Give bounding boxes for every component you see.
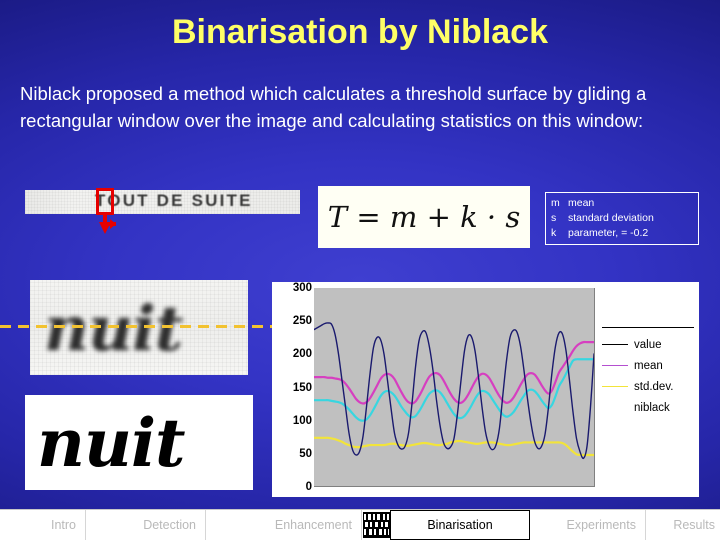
slide-canvas: Binarisation by Niblack Niblack proposed… — [0, 0, 720, 540]
nav-label: Experiments — [566, 518, 636, 532]
symbol-row: m mean — [551, 196, 698, 211]
nav-label: Results — [673, 518, 715, 532]
nav-item-results[interactable]: Results — [646, 510, 720, 540]
chart-y-tick: 100 — [292, 414, 312, 427]
legend-top-rule — [602, 327, 694, 328]
page-title: Binarisation by Niblack — [172, 13, 548, 51]
formula-box: T = m + k · s — [318, 186, 530, 248]
legend-label: std.dev. — [634, 380, 674, 393]
symbol-meaning: standard deviation — [568, 212, 654, 224]
symbol-definition-box: m mean s standard deviation k parameter,… — [545, 192, 699, 245]
niblack-chart: 300 250 200 150 100 50 0 value mean std.dev. n… — [272, 282, 699, 497]
legend-label: value — [634, 338, 662, 351]
bottom-navigation[interactable]: Intro Detection Enhancement Binarisation… — [0, 509, 720, 540]
binarised-nuit-word: nuit — [37, 404, 186, 482]
chart-plot-area — [314, 288, 595, 487]
red-arrow-icon — [99, 212, 116, 234]
nav-label: Intro — [50, 518, 76, 532]
chart-series-svg — [314, 288, 594, 486]
legend-item: std.dev. — [602, 376, 698, 397]
nav-item-enhancement[interactable]: Enhancement — [206, 510, 362, 540]
legend-item: niblack — [602, 397, 698, 418]
symbol-row: s standard deviation — [551, 211, 698, 226]
symbol-name: m — [551, 197, 560, 209]
nav-item-experiments[interactable]: Experiments — [530, 510, 646, 540]
legend-swatch-mean — [602, 365, 628, 366]
chart-legend: value mean std.dev. niblack — [602, 327, 698, 418]
legend-label: niblack — [634, 401, 670, 414]
legend-item: value — [602, 334, 698, 355]
body-paragraph: Niblack proposed a method which calculat… — [20, 83, 647, 131]
nav-label: Detection — [143, 518, 196, 532]
nav-item-binarisation[interactable]: Binarisation — [363, 510, 530, 540]
chart-y-tick: 0 — [305, 481, 312, 493]
chart-y-tick: 150 — [292, 381, 312, 394]
legend-label: mean — [634, 359, 663, 372]
chart-y-tick: 250 — [292, 315, 312, 328]
nav-item-intro[interactable]: Intro — [0, 510, 86, 540]
sample-image-binarised-nuit: nuit — [25, 395, 253, 490]
symbol-name: s — [551, 212, 557, 224]
chart-y-tick: 300 — [292, 282, 312, 294]
nav-item-detection[interactable]: Detection — [86, 510, 206, 540]
chart-y-tick: 200 — [292, 348, 312, 361]
symbol-row: k parameter, = -0.2 — [551, 226, 698, 241]
nav-label: Enhancement — [274, 518, 352, 532]
niblack-formula: T = m + k · s — [327, 200, 521, 234]
nav-label: Binarisation — [427, 518, 493, 532]
symbol-meaning: parameter, = -0.2 — [568, 227, 649, 239]
legend-item: mean — [602, 355, 698, 376]
grayscale-nuit-word: nuit — [44, 292, 183, 365]
scan-grain-overlay — [25, 190, 300, 214]
legend-swatch-value — [602, 344, 628, 345]
binarised-thumbnail-icon — [363, 512, 390, 538]
symbol-meaning: mean — [568, 197, 595, 209]
legend-swatch-stddev — [602, 386, 628, 387]
chart-y-axis: 300 250 200 150 100 50 0 — [272, 282, 316, 497]
symbol-name: k — [551, 227, 557, 239]
sample-image-scanned-line: TOUT DE SUITE — [25, 190, 300, 214]
scanline-indicator — [0, 325, 272, 328]
chart-y-tick: 50 — [299, 447, 312, 460]
